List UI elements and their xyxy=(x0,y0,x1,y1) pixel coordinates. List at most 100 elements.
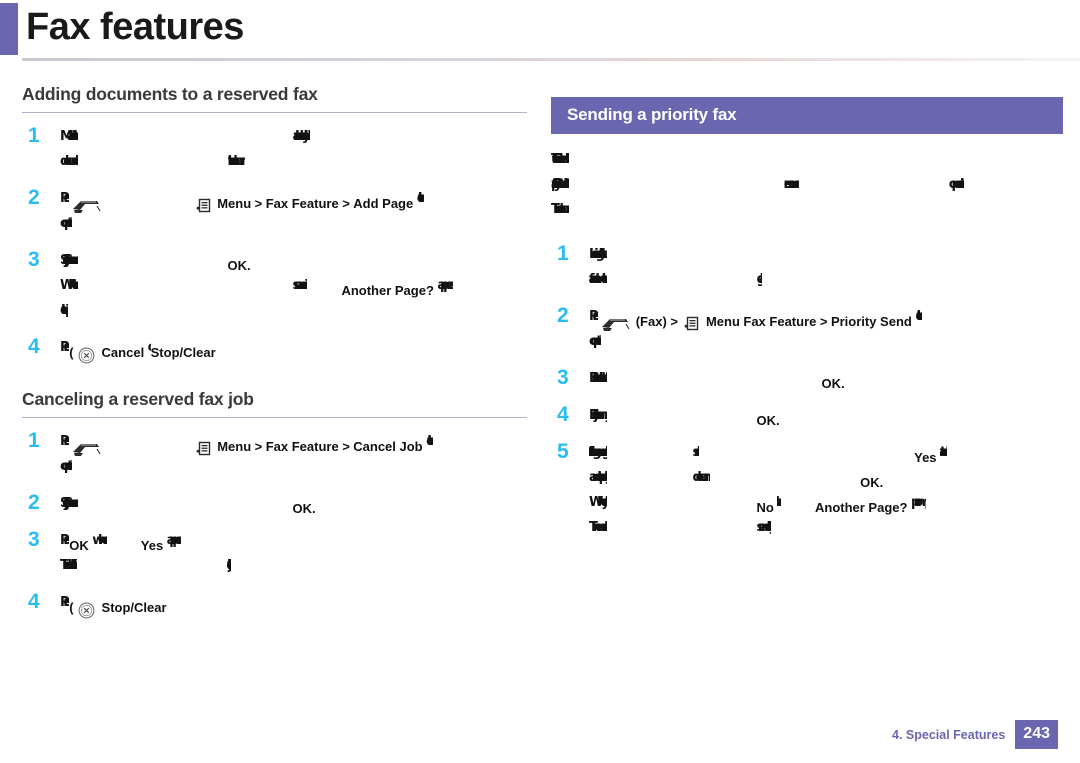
ui-label: Another Page? xyxy=(814,500,908,515)
step-line: Enter the destination fax number and pre… xyxy=(589,369,1063,394)
body-text: to add xyxy=(940,445,947,460)
body-text: priority fax needs to be sent ahead of xyxy=(551,177,569,192)
instruction-step: 3 Select the fax job you want and press OK… xyxy=(22,248,527,326)
body-text: The selected fax is deleted. xyxy=(60,558,77,573)
body-text: appears xyxy=(437,278,454,293)
ui-label: Fax Feature xyxy=(265,196,339,211)
body-text: When you have finished, select xyxy=(589,495,607,510)
body-text: on the xyxy=(416,191,424,206)
step-number: 1 xyxy=(28,429,40,452)
step-number: 1 xyxy=(28,124,40,147)
step-line: Load a single document xyxy=(589,245,1063,270)
body-text: Press xyxy=(589,309,599,324)
step-number: 3 xyxy=(557,366,569,389)
right-column: Sending a priority fax This function is u… xyxy=(551,84,1063,555)
page-footer: 4. Special Features 243 xyxy=(892,720,1058,749)
step-line: Press Menu > Fax Feature > Cancel Job on… xyxy=(60,432,527,457)
step-line: Press( Stop/Clear ) to exit. xyxy=(60,593,527,619)
step-line: The document is scanned into memory. xyxy=(551,200,1063,225)
ui-label: Menu xyxy=(217,439,252,454)
ui-label: Cancel xyxy=(101,345,145,360)
step-line: on the display. xyxy=(60,301,527,326)
step-body: Press( Cancel orStop/Clear ) to exit. xyxy=(60,338,527,364)
body-text: on the display. xyxy=(60,303,69,318)
plain-text: ( xyxy=(69,345,74,360)
step-number: 2 xyxy=(28,491,40,514)
ui-label: > xyxy=(819,314,828,329)
step-number: 2 xyxy=(28,186,40,209)
step-body: Select the fax job you want and press OK. xyxy=(60,494,527,519)
body-text: control panel. xyxy=(60,216,73,231)
instruction-step: 4 Enter the job name you want and press OK… xyxy=(551,404,1063,431)
step-body: Make sure that the document is already lo… xyxy=(60,127,527,177)
step-number: 1 xyxy=(557,242,569,265)
title-accent-bar xyxy=(0,3,18,55)
plain-text: ( xyxy=(69,600,74,615)
ui-label: Add Page xyxy=(353,196,414,211)
instruction-step: 4 Press( Stop/Clear ) to exit. xyxy=(22,591,527,619)
step-line: Press Menu > Fax Feature > Add Page on t… xyxy=(60,189,527,214)
step-number: 4 xyxy=(28,335,40,358)
instruction-step: 2 Select the fax job you want and press OK… xyxy=(22,491,527,519)
menu-icon xyxy=(683,316,699,332)
body-text: If you are using the scanner glass, xyxy=(589,445,607,460)
body-text: the job. xyxy=(227,558,231,573)
ui-label: > xyxy=(342,439,350,454)
instruction-step: 2 Press (Fax) > Menu Fax Feature > Priori… xyxy=(551,304,1063,357)
step-number: 3 xyxy=(28,528,40,551)
section-divider xyxy=(22,112,527,113)
body-text: When the machine has finished xyxy=(60,278,78,293)
ui-label: Priority Send xyxy=(830,314,912,329)
ui-label: > xyxy=(254,196,263,211)
ui-label: Fax Feature xyxy=(743,314,817,329)
instruction-step: 3 Enter the destination fax number and pr… xyxy=(551,366,1063,394)
body-text: another page. Load another xyxy=(589,470,607,485)
step-line: control panel. xyxy=(60,457,527,482)
step-body: Press (Fax) > Menu Fax Feature > Priorit… xyxy=(589,307,1063,357)
body-text: The machine starts xyxy=(589,520,607,535)
section-divider xyxy=(22,417,527,418)
body-text: Select the fax job you want and press xyxy=(60,496,78,511)
ui-label: OK. xyxy=(756,413,780,428)
step-line: document feeder. If not, load the documen… xyxy=(60,152,527,177)
body-text: Load a single document xyxy=(589,247,607,262)
instruction-step: 4 Press( Cancel orStop/Clear ) to exit. xyxy=(22,335,527,364)
section-heading: Sending a priority fax xyxy=(551,97,1063,134)
step-number: 2 xyxy=(557,304,569,327)
ui-label: OK. xyxy=(227,258,251,273)
body-text: control panel. xyxy=(60,459,73,474)
step-line: control panel. xyxy=(589,332,1063,357)
ui-label: > xyxy=(342,196,350,211)
step-line: Press (Fax) > Menu Fax Feature > Priorit… xyxy=(589,307,1063,332)
fax-icon xyxy=(600,315,630,333)
body-text: operations. xyxy=(948,177,965,192)
step-line: When you have finished, select No at the A… xyxy=(589,493,1063,518)
instruction-step: 3 PressOK when Yes appears. The selected fa… xyxy=(22,528,527,581)
step-line: control panel. xyxy=(60,214,527,239)
step-body: Load a single document face down on the s… xyxy=(589,245,1063,295)
body-text: prompt. xyxy=(910,495,927,510)
body-text: at the xyxy=(777,495,781,510)
ui-label: OK. xyxy=(860,475,884,490)
fax-icon xyxy=(71,440,101,458)
body-text: Enter the job name you want and press xyxy=(589,408,607,423)
body-text: Press xyxy=(60,191,70,206)
stop-clear-icon xyxy=(78,347,95,364)
body-text: Press xyxy=(60,434,70,449)
ui-label: Cancel Job xyxy=(353,439,423,454)
instruction-step: 2 Press Menu > Fax Feature > Add Page on … xyxy=(22,186,527,239)
body-text: Press xyxy=(60,340,70,355)
step-line: When the machine has finished scanning, An… xyxy=(60,276,527,301)
instruction-step: 5 If you are using the scanner glass, sele… xyxy=(551,441,1063,543)
footer-chapter-label: 4. Special Features xyxy=(892,727,1006,742)
ui-label: OK. xyxy=(821,376,845,391)
ui-label: Yes xyxy=(140,538,164,553)
body-text: appears. xyxy=(166,533,182,548)
step-number: 3 xyxy=(28,248,40,271)
section-heading: Adding documents to a reserved fax xyxy=(22,84,318,104)
step-line: Make sure that the document is already lo… xyxy=(60,127,527,152)
step-line: The selected fax is deleted. the job. xyxy=(60,556,527,581)
body-text: document and press xyxy=(692,470,711,485)
body-text: scanning, xyxy=(292,278,308,293)
step-body: Press Menu > Fax Feature > Add Page on t… xyxy=(60,189,527,239)
